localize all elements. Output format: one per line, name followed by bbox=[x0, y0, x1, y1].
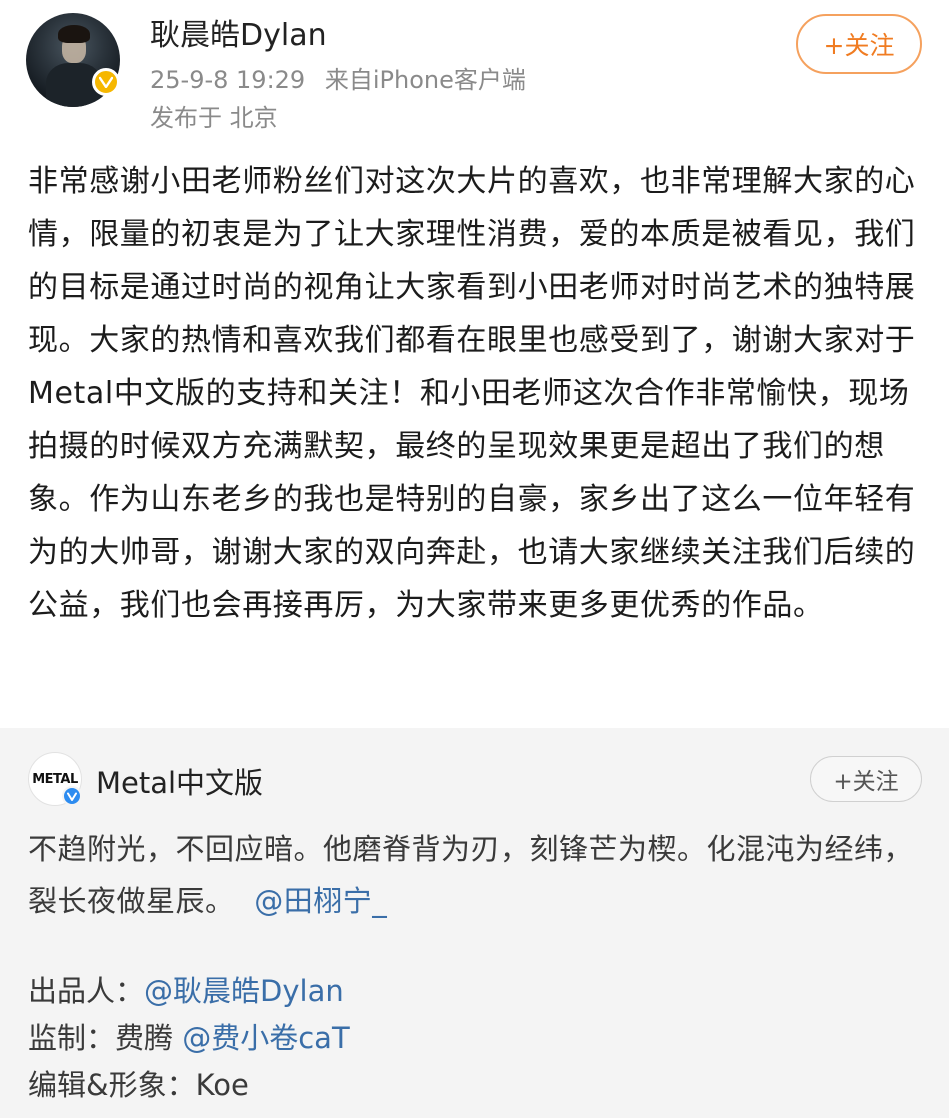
post-username[interactable]: 耿晨皓Dylan bbox=[150, 10, 327, 54]
post-timestamp: 25-9-8 19:29 bbox=[150, 66, 306, 94]
repost-card[interactable]: METAL Metal中文版 +关注 不趋附光，不回应暗。他磨脊背为刃，刻锋芒为… bbox=[0, 728, 949, 1118]
repost-username[interactable]: Metal中文版 bbox=[96, 760, 263, 802]
verified-badge-icon bbox=[62, 786, 82, 806]
post-meta: 25-9-8 19:29 来自iPhone客户端 bbox=[150, 60, 526, 95]
repost-text: 不趋附光，不回应暗。他磨脊背为刃，刻锋芒为楔。化混沌为经纬，裂长夜做星辰。 @田… bbox=[28, 823, 923, 927]
source-prefix: 来自 bbox=[324, 66, 373, 94]
credit-mention-link[interactable]: @耿晨皓Dylan bbox=[144, 974, 344, 1008]
repost-follow-button[interactable]: +关注 bbox=[810, 756, 922, 802]
repost-body: 不趋附光，不回应暗。他磨脊背为刃，刻锋芒为楔。化混沌为经纬，裂长夜做星辰。 bbox=[28, 832, 914, 918]
credit-label: 出品人： bbox=[28, 974, 145, 1008]
post-body-text: 非常感谢小田老师粉丝们对这次大片的喜欢，也非常理解大家的心情，限量的初衷是为了让… bbox=[28, 164, 916, 623]
weibo-post-page: 耿晨皓Dylan 25-9-8 19:29 来自iPhone客户端 发布于 北京… bbox=[0, 0, 949, 1118]
credit-mention-link[interactable]: @费小卷caT bbox=[182, 1021, 349, 1055]
post-header: 耿晨皓Dylan 25-9-8 19:29 来自iPhone客户端 发布于 北京… bbox=[0, 0, 949, 140]
credit-producer: 出品人：@耿晨皓Dylan bbox=[28, 968, 923, 1015]
credit-label: 编辑&形象： bbox=[28, 1068, 196, 1102]
repost-mention-link[interactable]: @田栩宁_ bbox=[254, 884, 387, 918]
post-location: 发布于 北京 bbox=[150, 104, 278, 132]
verified-badge-icon bbox=[92, 68, 120, 96]
credit-editor: 编辑&形象：Koe bbox=[28, 1062, 923, 1109]
credit-supervisor: 监制：费腾 @费小卷caT bbox=[28, 1015, 923, 1062]
credits-list: 出品人：@耿晨皓Dylan 监制：费腾 @费小卷caT 编辑&形象：Koe bbox=[28, 968, 923, 1109]
credit-label: 监制： bbox=[28, 1021, 116, 1055]
source-device: iPhone客户端 bbox=[372, 66, 526, 94]
follow-button[interactable]: +关注 bbox=[796, 14, 922, 74]
credit-name: Koe bbox=[195, 1068, 249, 1102]
credit-name: 费腾 bbox=[115, 1021, 183, 1055]
